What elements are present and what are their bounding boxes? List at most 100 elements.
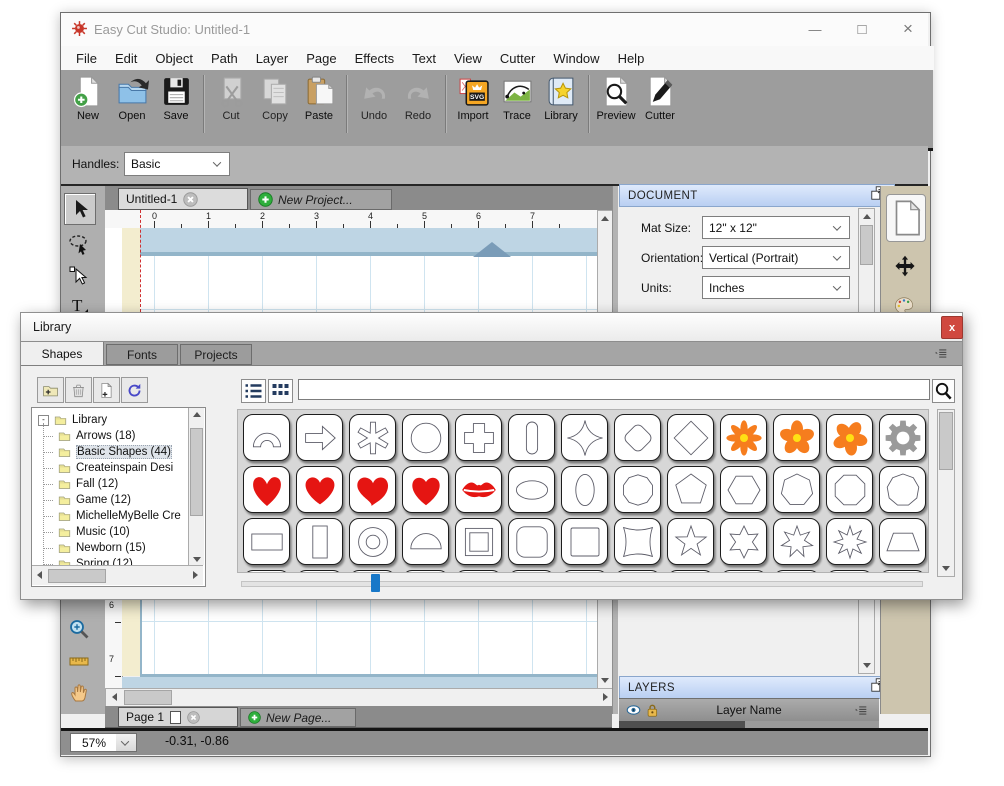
- shape-tile-partial[interactable]: [349, 570, 396, 573]
- ruler-tool-button[interactable]: [66, 648, 92, 674]
- shape-tile-partial[interactable]: [720, 570, 767, 573]
- shape-pentagon[interactable]: [667, 466, 714, 513]
- shape-arrow-right[interactable]: [296, 414, 343, 461]
- shape-tile-partial[interactable]: [614, 570, 661, 573]
- tree-horizontal-scrollbar[interactable]: [32, 565, 203, 585]
- layers-hscroll-thumb[interactable]: [619, 721, 745, 728]
- refresh-button[interactable]: [121, 377, 148, 403]
- shape-ellipse-vertical[interactable]: [561, 466, 608, 513]
- page-checkbox[interactable]: [170, 711, 181, 724]
- tree-hscroll-thumb[interactable]: [48, 569, 106, 583]
- hand-tool-button[interactable]: [66, 678, 92, 706]
- shape-star-7[interactable]: [773, 518, 820, 565]
- tab-fonts[interactable]: Fonts: [106, 344, 178, 365]
- tree-vscroll-thumb[interactable]: [190, 428, 203, 516]
- shape-circle[interactable]: [402, 414, 449, 461]
- document-panel-scrollbar[interactable]: [858, 208, 875, 314]
- lasso-tool-button[interactable]: [66, 231, 92, 257]
- shape-rounded-square[interactable]: [508, 518, 555, 565]
- scroll-right-icon[interactable]: [598, 689, 612, 705]
- handles-combo[interactable]: Basic: [124, 152, 230, 176]
- shape-hexagon[interactable]: [720, 466, 767, 513]
- menu-text[interactable]: Text: [403, 48, 445, 69]
- tree-item-newborn-15-[interactable]: Newborn (15): [43, 540, 146, 556]
- node-select-tool-button[interactable]: [66, 263, 92, 289]
- shape-semicircle[interactable]: [402, 518, 449, 565]
- scroll-left-icon[interactable]: [33, 568, 46, 582]
- shape-heptagon[interactable]: [773, 466, 820, 513]
- preview-button[interactable]: Preview: [594, 75, 638, 122]
- shape-star4-curved[interactable]: [561, 414, 608, 461]
- select-tool-button[interactable]: [64, 193, 96, 225]
- paste-button[interactable]: Paste: [297, 75, 341, 122]
- document-tab-active[interactable]: Untitled-1: [118, 188, 248, 210]
- shape-flower-8-petal[interactable]: [720, 414, 767, 461]
- tree-vertical-scrollbar[interactable]: [188, 408, 204, 565]
- shape-star-6[interactable]: [720, 518, 767, 565]
- shape-asterisk[interactable]: [349, 414, 396, 461]
- zoom-tool-button[interactable]: [66, 616, 92, 642]
- layers-hscroll[interactable]: [619, 721, 879, 728]
- library-search-input[interactable]: [298, 379, 930, 400]
- menu-cutter[interactable]: Cutter: [491, 48, 544, 69]
- minimize-button[interactable]: —: [800, 19, 830, 39]
- new-project-tab[interactable]: New Project...: [250, 189, 392, 210]
- shape-rectangle-vertical[interactable]: [296, 518, 343, 565]
- scroll-down-icon[interactable]: [189, 553, 204, 565]
- shape-trapezoid[interactable]: [879, 518, 926, 565]
- page-tab-active[interactable]: Page 1: [118, 707, 238, 727]
- open-button[interactable]: Open: [110, 75, 154, 122]
- tree-item-michellemybelle-cre[interactable]: MichelleMyBelle Cre: [43, 508, 181, 524]
- menu-help[interactable]: Help: [609, 48, 654, 69]
- shape-heart-classic[interactable]: [402, 466, 449, 513]
- list-view-button[interactable]: [241, 379, 266, 403]
- page-close-icon[interactable]: [187, 711, 200, 724]
- canvas-vertical-scrollbar-bottom[interactable]: [597, 598, 613, 690]
- shape-cross[interactable]: [455, 414, 502, 461]
- shape-square-frame[interactable]: [455, 518, 502, 565]
- layers-menu-icon[interactable]: [851, 704, 871, 717]
- tree-item-fall-12-[interactable]: Fall (12): [43, 476, 118, 492]
- delete-button[interactable]: [65, 377, 92, 403]
- shape-tile-partial[interactable]: [243, 570, 290, 573]
- undo-button[interactable]: Undo: [352, 75, 396, 122]
- new-page-tab[interactable]: New Page...: [240, 708, 356, 727]
- menu-path[interactable]: Path: [202, 48, 247, 69]
- shape-arch[interactable]: [243, 414, 290, 461]
- shape-heart-swirl[interactable]: [349, 466, 396, 513]
- shape-tile-partial[interactable]: [296, 570, 343, 573]
- save-button[interactable]: Save: [154, 75, 198, 122]
- scroll-up-icon[interactable]: [598, 211, 612, 226]
- add-folder-button[interactable]: [37, 377, 64, 403]
- shape-tile-partial[interactable]: [508, 570, 555, 573]
- zoom-level-combo[interactable]: 57%: [70, 733, 118, 752]
- menu-object[interactable]: Object: [146, 48, 202, 69]
- shape-pill[interactable]: [508, 414, 555, 461]
- mat-orientation-marker[interactable]: [473, 242, 511, 257]
- shape-tile-partial[interactable]: [826, 570, 873, 573]
- shape-star-5[interactable]: [667, 518, 714, 565]
- shape-size-slider-thumb[interactable]: [371, 574, 380, 592]
- shapes-vertical-scrollbar[interactable]: [937, 409, 955, 577]
- shape-heart[interactable]: [243, 466, 290, 513]
- zoom-level-dropdown[interactable]: [116, 733, 137, 752]
- new-button[interactable]: New: [66, 75, 110, 122]
- close-button[interactable]: ×: [893, 19, 923, 39]
- menu-view[interactable]: View: [445, 48, 491, 69]
- tree-item-createinspain-desi[interactable]: Createinspain Desi: [43, 460, 173, 476]
- scroll-down-icon[interactable]: [598, 673, 612, 688]
- shape-flower-5-petal[interactable]: [773, 414, 820, 461]
- orientation-combo[interactable]: Vertical (Portrait): [702, 246, 850, 269]
- scroll-up-icon[interactable]: [189, 408, 204, 420]
- shape-square[interactable]: [561, 518, 608, 565]
- scroll-left-icon[interactable]: [107, 689, 121, 705]
- library-search-button[interactable]: [932, 379, 955, 403]
- shape-flower-5-petal-alt[interactable]: [826, 414, 873, 461]
- canvas-vertical-scrollbar-top[interactable]: [597, 210, 613, 314]
- tree-item-game-12-[interactable]: Game (12): [43, 492, 131, 508]
- cut-button[interactable]: Cut: [209, 75, 253, 122]
- library-close-button[interactable]: x: [941, 316, 963, 339]
- layers-panel-header[interactable]: LAYERS: [619, 676, 895, 699]
- shape-tile-partial[interactable]: [455, 570, 502, 573]
- move-tool-icon[interactable]: [888, 246, 922, 286]
